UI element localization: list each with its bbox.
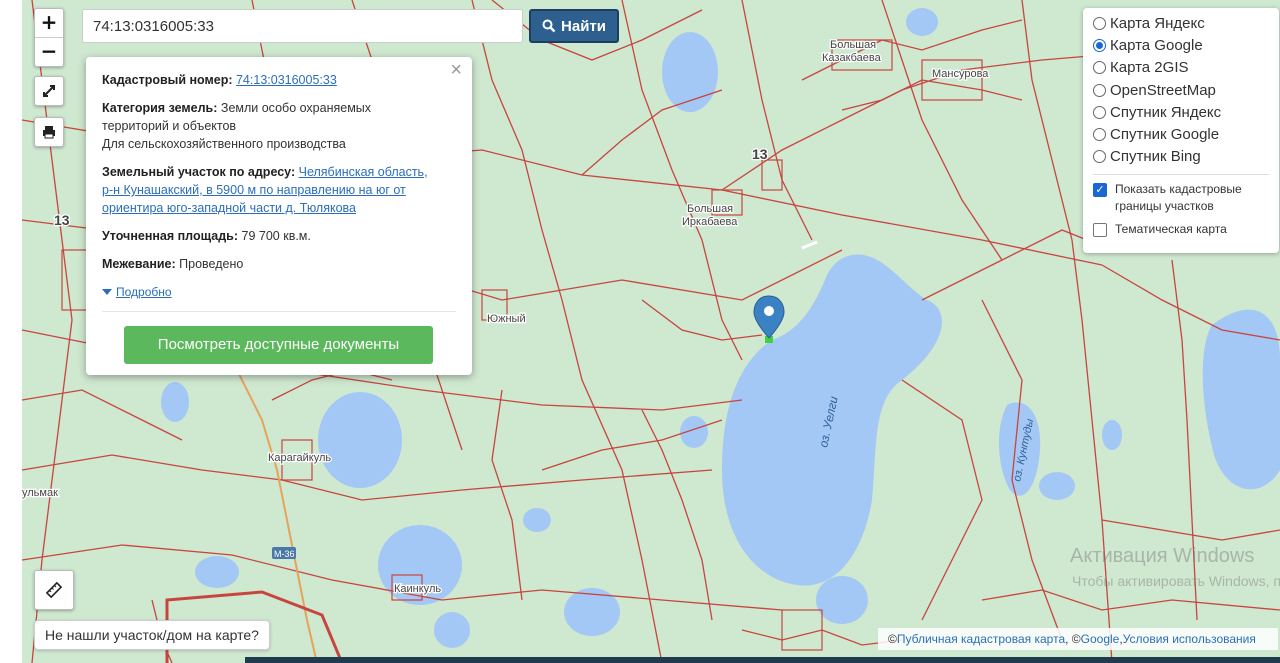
layer-option[interactable]: Спутник Bing: [1093, 146, 1269, 168]
fullscreen-button[interactable]: [34, 76, 64, 106]
layer-label: Карта Яндекс: [1110, 14, 1205, 32]
layer-option-selected[interactable]: Карта Google: [1093, 34, 1269, 56]
divider: [1093, 174, 1269, 176]
label-b-kazakbaeva-2: Казакбаева: [822, 52, 882, 64]
radio-icon: [1093, 128, 1106, 142]
search-button-label: Найти: [561, 17, 606, 35]
survey-label: Межевание:: [102, 257, 176, 271]
print-icon: [43, 126, 55, 139]
radio-icon: [1093, 83, 1106, 97]
category-value-2: территорий и объектов: [102, 119, 237, 133]
cadastral-row: Кадастровый номер: 74:13:0316005:33: [102, 71, 456, 89]
layer-label: Карта Google: [1110, 36, 1203, 54]
layer-label: Карта 2GIS: [1110, 59, 1189, 77]
taskbar-strip: [245, 657, 1280, 663]
search-button[interactable]: Найти: [529, 9, 619, 43]
caret-down-icon: [102, 289, 112, 295]
layer-option[interactable]: Спутник Яндекс: [1093, 101, 1269, 123]
checkbox-checked-icon: ✓: [1093, 183, 1107, 198]
parcel-info-popup: × Кадастровый номер: 74:13:0316005:33 Ка…: [86, 57, 472, 375]
layer-option[interactable]: OpenStreetMap: [1093, 79, 1269, 101]
layer-label: Спутник Bing: [1110, 148, 1201, 166]
label-kaikul: Каинкуль: [394, 583, 441, 595]
layer-label: OpenStreetMap: [1110, 81, 1216, 99]
print-button[interactable]: [34, 117, 64, 147]
label-b-irkabaeva-1: Большая: [687, 203, 733, 215]
measure-button[interactable]: [34, 570, 74, 610]
zoom-control: + −: [34, 8, 64, 67]
radio-selected-icon: [1093, 38, 1106, 52]
area-row: Уточненная площадь: 79 700 кв.м.: [102, 227, 456, 245]
radio-icon: [1093, 16, 1106, 30]
area-label: Уточненная площадь:: [102, 229, 239, 243]
radio-icon: [1093, 150, 1106, 164]
label-road-13-b: 13: [54, 212, 70, 228]
attribution-link-google[interactable]: Google: [1081, 632, 1120, 646]
category-value-3: Для сельскохозяйственного производства: [102, 137, 346, 151]
zoom-out-button[interactable]: −: [35, 37, 63, 66]
divider: [102, 311, 456, 312]
attribution-sep: , ©: [1065, 632, 1081, 646]
label-yuzhny: Южный: [487, 313, 526, 325]
cadastral-link[interactable]: 74:13:0316005:33: [236, 73, 337, 87]
survey-value: Проведено: [179, 257, 244, 271]
label-karagaikul: Карагайкуль: [268, 452, 331, 464]
attribution-link-kadastr[interactable]: Публичная кадастровая карта: [897, 632, 1065, 646]
zoom-in-button[interactable]: +: [35, 9, 63, 37]
close-icon[interactable]: ×: [450, 60, 462, 80]
checkbox-label: Тематическая карта: [1115, 222, 1227, 237]
fullscreen-icon: [43, 85, 55, 97]
category-label: Категория земель:: [102, 101, 218, 115]
radio-icon: [1093, 61, 1106, 75]
label-b-irkabaeva-2: Иркабаева: [682, 216, 738, 228]
ruler-icon: [45, 581, 63, 599]
layer-option[interactable]: Карта Яндекс: [1093, 12, 1269, 34]
checkbox-icon: [1093, 223, 1107, 238]
layer-switcher: Карта Яндекс Карта Google Карта 2GIS Ope…: [1083, 8, 1279, 253]
windows-watermark-subtitle: Чтобы активировать Windows, перейдите в …: [1072, 573, 1280, 589]
label-road-13-a: 13: [752, 146, 768, 162]
checkbox-label: Показать кадастровые границы участков: [1115, 182, 1242, 214]
category-row: Категория земель: Земли особо охраняемых…: [102, 99, 456, 153]
label-ulmak: ульмак: [22, 487, 58, 499]
cadastral-borders-checkbox[interactable]: ✓ Показать кадастровые границы участков: [1093, 181, 1269, 215]
radio-icon: [1093, 105, 1106, 119]
not-found-button[interactable]: Не нашли участок/дом на карте?: [34, 620, 270, 650]
address-label: Земельный участок по адресу:: [102, 165, 296, 179]
category-value-1: Земли особо охраняемых: [220, 101, 372, 115]
address-link-3[interactable]: ориентира юго-западной части д. Тюлякова: [102, 201, 356, 215]
label-mansurova: Мансурова: [932, 68, 989, 80]
details-toggle[interactable]: Подробно: [102, 283, 456, 301]
left-page-margin: [0, 0, 22, 663]
label-b-kazakbaeva-1: Большая: [830, 39, 876, 51]
layer-option[interactable]: Спутник Google: [1093, 123, 1269, 145]
label-road-m36: М-36: [274, 549, 295, 559]
layer-label: Спутник Яндекс: [1110, 103, 1222, 121]
layer-label: Спутник Google: [1110, 126, 1220, 144]
address-link-1[interactable]: Челябинская область,: [299, 165, 428, 179]
search-input[interactable]: [82, 9, 523, 43]
address-link-2[interactable]: р-н Кунашакский, в 5900 м по направлению…: [102, 183, 406, 197]
cadastral-label: Кадастровый номер:: [102, 73, 233, 87]
windows-watermark-title: Активация Windows: [1070, 545, 1255, 567]
attribution: © Публичная кадастровая карта , © Google…: [878, 628, 1278, 650]
survey-row: Межевание: Проведено: [102, 255, 456, 273]
attribution-prefix: ©: [888, 632, 897, 646]
attribution-link-terms[interactable]: Условия использования: [1123, 632, 1256, 646]
view-documents-button[interactable]: Посмотреть доступные документы: [124, 326, 433, 364]
details-label: Подробно: [116, 285, 172, 299]
address-row: Земельный участок по адресу: Челябинская…: [102, 163, 456, 217]
thematic-map-checkbox[interactable]: Тематическая карта: [1093, 221, 1269, 238]
area-value: 79 700 кв.м.: [241, 229, 311, 243]
layer-option[interactable]: Карта 2GIS: [1093, 57, 1269, 79]
search-icon: [542, 19, 556, 33]
